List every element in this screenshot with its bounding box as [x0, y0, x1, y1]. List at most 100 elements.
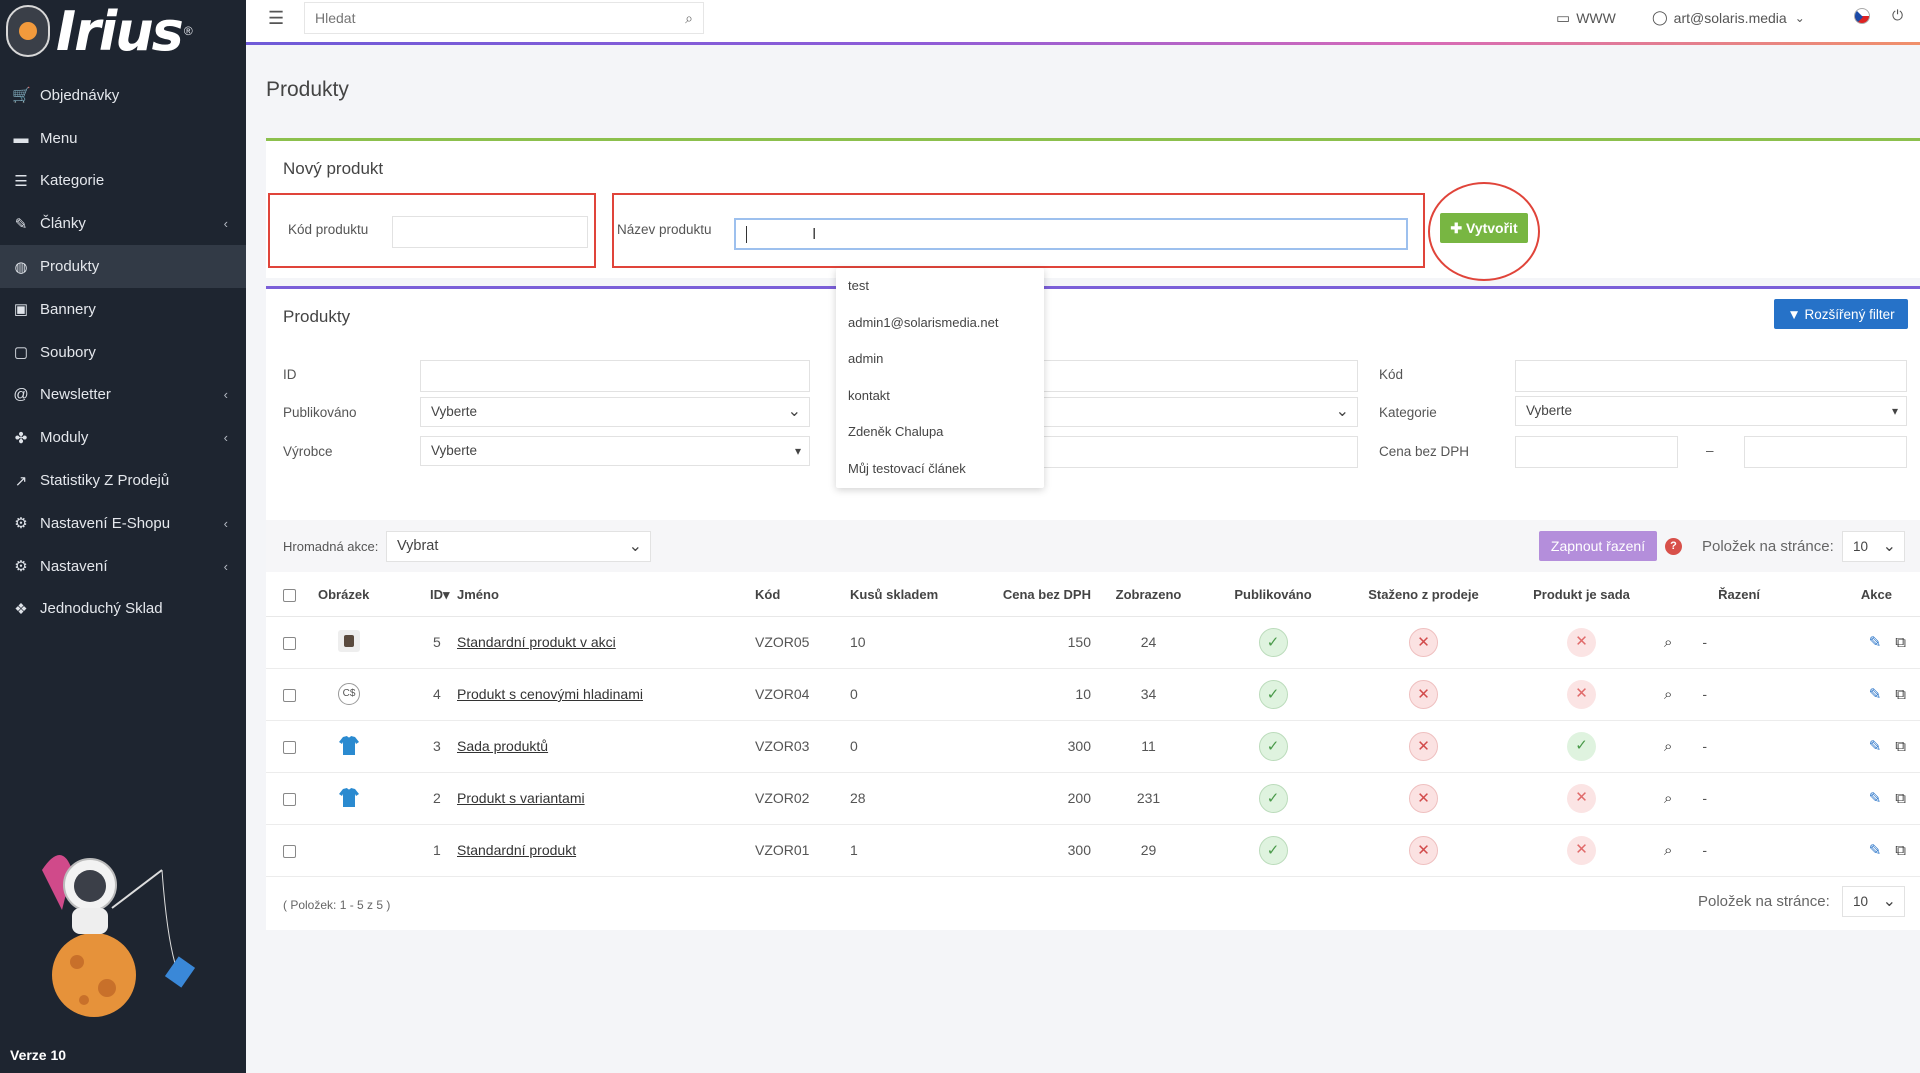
copy-icon[interactable]: ⧉	[1895, 634, 1906, 651]
filter-published-select[interactable]: Vyberte ⌄	[420, 397, 810, 427]
sidebar-item-moduly[interactable]: ✤ Moduly ‹	[0, 416, 246, 459]
edit-icon[interactable]: ✎	[1869, 842, 1882, 859]
product-name-input[interactable]	[734, 218, 1408, 250]
filter-price-label: Cena bez DPH	[1379, 444, 1470, 459]
cross-icon[interactable]: ✕	[1567, 627, 1596, 657]
www-label: WWW	[1576, 10, 1616, 26]
sidebar-item-bannery[interactable]: ▣ Bannery	[0, 288, 246, 331]
chevron-left-icon: ‹	[223, 216, 228, 232]
edit-icon[interactable]: ✎	[1869, 634, 1882, 651]
check-icon[interactable]: ✓	[1258, 835, 1288, 865]
cross-icon[interactable]: ✕	[1567, 783, 1596, 813]
zoom-icon[interactable]: ⌕	[1664, 790, 1672, 807]
sidebar-item-sklad[interactable]: ❖ Jednoduchý Sklad	[0, 588, 246, 631]
autocomplete-option[interactable]: admin1@solarismedia.net	[836, 305, 1044, 342]
copy-icon[interactable]: ⧉	[1895, 738, 1906, 755]
cross-icon[interactable]: ✕	[1409, 835, 1438, 865]
filter-middle-input-2[interactable]	[1040, 436, 1358, 468]
cross-icon[interactable]: ✕	[1409, 679, 1438, 709]
sidebar-item-label: Objednávky	[40, 86, 120, 104]
autocomplete-option[interactable]: Zdeněk Chalupa	[836, 414, 1044, 451]
zoom-icon[interactable]: ⌕	[1664, 738, 1672, 755]
product-name-link[interactable]: Sada produktů	[457, 738, 548, 754]
www-link[interactable]: ▭ WWW	[1556, 9, 1616, 27]
new-product-title: Nový produkt	[283, 159, 384, 178]
hamburger-menu-icon[interactable]: ☰	[268, 8, 284, 29]
footer-per-page-select[interactable]: 10 ⌄	[1842, 886, 1905, 917]
cross-icon[interactable]: ✕	[1409, 627, 1438, 657]
zoom-icon[interactable]: ⌕	[1664, 634, 1672, 651]
cross-icon[interactable]: ✕	[1567, 835, 1596, 865]
copy-icon[interactable]: ⧉	[1895, 790, 1906, 807]
product-name-link[interactable]: Standardní produkt v akci	[457, 634, 616, 650]
filter-code-input[interactable]	[1515, 360, 1907, 392]
filter-manufacturer-select[interactable]: Vyberte ▾	[420, 436, 810, 466]
sidebar-item-soubory[interactable]: ▢ Soubory	[0, 331, 246, 374]
sidebar-item-menu[interactable]: ▬ Menu	[0, 117, 246, 160]
cross-icon[interactable]: ✕	[1567, 679, 1596, 709]
filter-price-to-input[interactable]	[1744, 436, 1907, 468]
product-code-input[interactable]	[392, 216, 588, 248]
power-icon[interactable]: ⏻	[1892, 7, 1903, 24]
col-id[interactable]: ID▾	[406, 574, 457, 617]
sidebar-item-label: Nastavení E-Shopu	[40, 514, 171, 532]
extended-filter-button[interactable]: ▼ Rozšířený filter	[1774, 299, 1908, 329]
help-icon[interactable]: ?	[1665, 538, 1682, 555]
autocomplete-option[interactable]: admin	[836, 341, 1044, 378]
zoom-icon[interactable]: ⌕	[1664, 842, 1672, 859]
row-checkbox[interactable]	[283, 792, 296, 806]
check-icon[interactable]: ✓	[1258, 731, 1288, 761]
sidebar-item-objednavky[interactable]: 🛒 Objednávky	[0, 74, 246, 117]
sidebar-item-kategorie[interactable]: ☰ Kategorie	[0, 160, 246, 203]
filter-middle-select[interactable]: ⌄	[1040, 397, 1358, 427]
edit-icon[interactable]: ✎	[1869, 738, 1882, 755]
col-image: Obrázek	[316, 574, 406, 617]
cross-icon[interactable]: ✕	[1409, 731, 1438, 761]
user-menu[interactable]: ◯ art@solaris.media ⌄	[1652, 9, 1805, 26]
logo-mascot-icon	[6, 5, 50, 57]
row-id: 5	[406, 616, 457, 669]
filter-middle-input-1[interactable]	[1040, 360, 1358, 392]
row-checkbox[interactable]	[283, 636, 296, 650]
col-withdrawn: Staženo z prodeje	[1340, 574, 1507, 617]
language-flag-icon[interactable]	[1854, 8, 1870, 24]
sidebar-item-newsletter[interactable]: @ Newsletter ‹	[0, 374, 246, 417]
search-icon[interactable]: ⌕	[685, 10, 693, 27]
row-checkbox[interactable]	[283, 740, 296, 754]
check-icon[interactable]: ✓	[1567, 731, 1596, 761]
edit-icon[interactable]: ✎	[1869, 686, 1882, 703]
sidebar-item-statistiky[interactable]: ↗ Statistiky Z Prodejů	[0, 459, 246, 502]
filter-category-select[interactable]: Vyberte ▾	[1515, 396, 1907, 426]
per-page-select[interactable]: 10 ⌄	[1842, 531, 1905, 562]
check-icon[interactable]: ✓	[1258, 679, 1288, 709]
sidebar-item-nastaveni-eshopu[interactable]: ⚙ Nastavení E-Shopu ‹	[0, 502, 246, 545]
row-checkbox[interactable]	[283, 688, 296, 702]
filter-id-input[interactable]	[420, 360, 810, 392]
search-input[interactable]	[305, 3, 655, 33]
product-name-link[interactable]: Produkt s variantami	[457, 790, 585, 806]
sidebar-item-produkty[interactable]: ◍ Produkty	[0, 245, 246, 288]
autocomplete-option[interactable]: Můj testovací článek	[836, 451, 1044, 488]
row-checkbox[interactable]	[283, 844, 296, 858]
copy-icon[interactable]: ⧉	[1895, 686, 1906, 703]
filter-price-from-input[interactable]	[1515, 436, 1678, 468]
select-all-checkbox[interactable]	[283, 589, 296, 603]
check-icon[interactable]: ✓	[1258, 783, 1288, 813]
check-icon[interactable]: ✓	[1258, 627, 1288, 657]
autocomplete-option[interactable]: test	[836, 268, 1044, 305]
zoom-icon[interactable]: ⌕	[1664, 686, 1672, 703]
filter-published-value: Vyberte	[431, 404, 478, 419]
logo[interactable]: Irius ®	[0, 0, 246, 63]
autocomplete-option[interactable]: kontakt	[836, 378, 1044, 415]
sidebar-item-nastaveni[interactable]: ⚙ Nastavení ‹	[0, 545, 246, 588]
enable-sorting-button[interactable]: Zapnout řazení	[1539, 531, 1657, 561]
col-name: Jméno	[457, 574, 755, 617]
sidebar-item-clanky[interactable]: ✎ Články ‹	[0, 202, 246, 245]
product-name-link[interactable]: Produkt s cenovými hladinami	[457, 686, 643, 702]
product-name-link[interactable]: Standardní produkt	[457, 842, 576, 858]
copy-icon[interactable]: ⧉	[1895, 842, 1906, 859]
bulk-action-select[interactable]: Vybrat ⌄	[386, 531, 651, 562]
edit-icon[interactable]: ✎	[1869, 790, 1882, 807]
cross-icon[interactable]: ✕	[1409, 783, 1438, 813]
row-code: VZOR02	[755, 772, 850, 825]
